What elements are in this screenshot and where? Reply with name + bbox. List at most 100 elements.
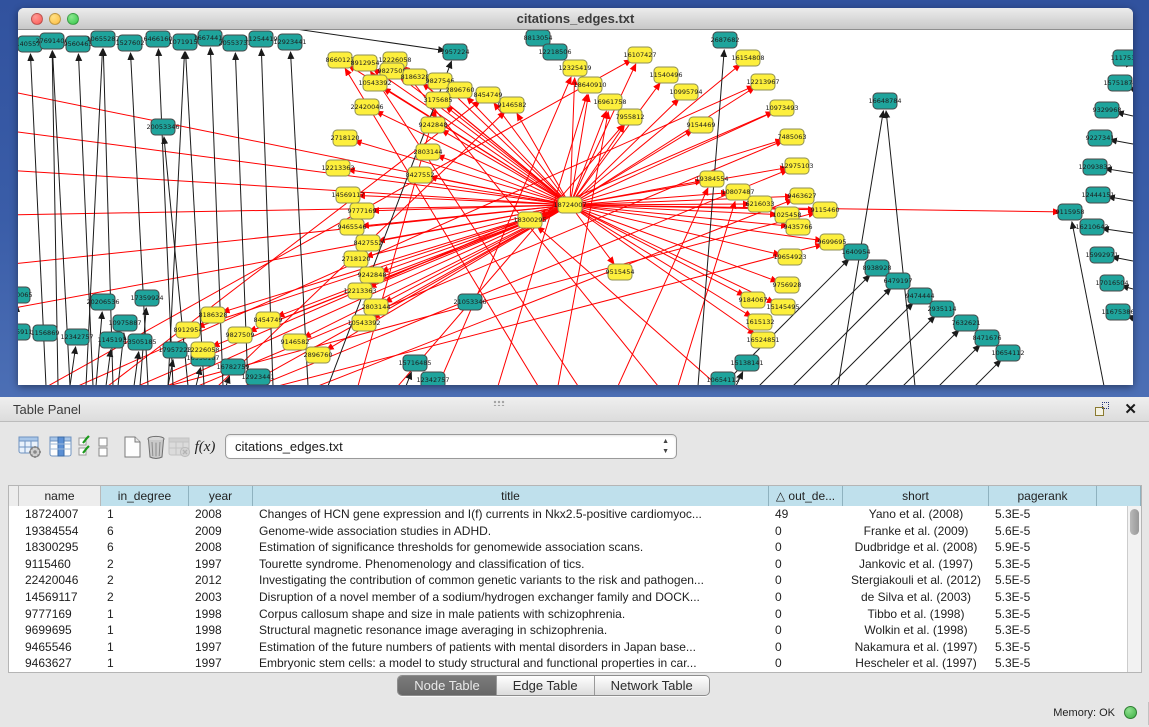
graph-edge[interactable] <box>18 130 570 205</box>
graph-edge[interactable] <box>196 368 201 385</box>
graph-node[interactable]: 7485063 <box>778 129 807 145</box>
graph-node[interactable]: 21053346 <box>453 294 486 310</box>
table-cell[interactable]: 0 <box>769 655 843 672</box>
graph-node[interactable]: 8912954 <box>174 322 203 338</box>
graph-node[interactable]: 16107427 <box>623 47 656 63</box>
graph-node[interactable]: 9154469 <box>687 117 716 133</box>
table-cell[interactable]: Tibbo et al. (1998) <box>843 606 989 623</box>
graph-node[interactable]: 2803144 <box>414 144 443 160</box>
column-header-short[interactable]: short <box>843 486 989 506</box>
graph-node[interactable]: 15138141 <box>730 355 763 371</box>
table-cell[interactable]: 22420046 <box>19 572 101 589</box>
graph-node[interactable]: 11675386 <box>1101 304 1133 320</box>
graph-node[interactable]: 2718120 <box>331 130 360 146</box>
table-cell[interactable]: 9465546 <box>19 639 101 656</box>
graph-node[interactable]: 9329968 <box>1093 102 1122 118</box>
graph-node[interactable]: 8427552 <box>406 167 435 183</box>
graph-edge[interactable] <box>70 347 76 385</box>
graph-node[interactable]: 11540496 <box>649 67 682 83</box>
graph-edge[interactable] <box>261 49 273 385</box>
graph-node[interactable]: 7632621 <box>952 315 981 331</box>
table-cell[interactable]: Genome-wide association studies in ADHD. <box>253 523 769 540</box>
graph-node[interactable]: 16524851 <box>746 332 779 348</box>
table-row[interactable]: 1456911722003Disruption of a novel membe… <box>9 589 1127 606</box>
column-header-name[interactable]: name <box>19 486 101 506</box>
table-row[interactable]: 2242004622012Investigating the contribut… <box>9 572 1127 589</box>
table-cell[interactable]: 9463627 <box>19 655 101 672</box>
graph-node[interactable]: 9115958 <box>1056 204 1085 220</box>
table-cell[interactable]: Embryonic stem cells: a model to study s… <box>253 655 769 672</box>
graph-edge[interactable] <box>138 112 773 385</box>
graph-edge[interactable] <box>18 170 570 205</box>
graph-node[interactable]: 7957224 <box>441 44 470 60</box>
table-cell[interactable]: 2 <box>101 572 189 589</box>
table-cell[interactable]: 6 <box>101 539 189 556</box>
table-cell[interactable]: 5.9E-5 <box>989 539 1097 556</box>
table-row[interactable]: 946554611997Estimation of the future num… <box>9 639 1127 656</box>
graph-node[interactable]: 20053346 <box>146 119 179 135</box>
table-cell[interactable]: 5.3E-5 <box>989 622 1097 639</box>
table-vertical-scrollbar[interactable] <box>1127 506 1141 672</box>
graph-edge[interactable] <box>939 345 980 385</box>
table-cell[interactable]: 2008 <box>189 539 253 556</box>
graph-node[interactable]: 8912954 <box>351 55 380 71</box>
column-header-outde[interactable]: △ out_de... <box>769 486 843 506</box>
table-cell[interactable]: 9777169 <box>19 606 101 623</box>
table-cell[interactable]: 5.3E-5 <box>989 556 1097 573</box>
graph-node[interactable]: 10654112 <box>991 345 1024 361</box>
graph-node[interactable]: 17016504 <box>1095 275 1128 291</box>
column-header-year[interactable]: year <box>189 486 253 506</box>
table-cell[interactable]: 1997 <box>189 639 253 656</box>
graph-edge[interactable] <box>830 303 913 385</box>
table-cell[interactable]: 1 <box>101 655 189 672</box>
graph-node[interactable]: 18724007 <box>553 197 586 213</box>
graph-node[interactable]: 9463627 <box>788 188 817 204</box>
table-cell[interactable]: 2 <box>101 589 189 606</box>
table-cell[interactable]: 1998 <box>189 622 253 639</box>
table-mode-icon[interactable] <box>15 432 45 462</box>
table-row[interactable]: 977716911998Corpus callosum shape and si… <box>9 606 1127 623</box>
graph-node[interactable]: 10543392 <box>347 315 380 331</box>
graph-node[interactable]: 9777169 <box>348 203 377 219</box>
column-header-pagerank[interactable]: pagerank <box>989 486 1097 506</box>
table-cell[interactable]: 0 <box>769 523 843 540</box>
graph-edge[interactable] <box>975 360 1001 385</box>
graph-edge[interactable] <box>570 205 744 295</box>
table-cell[interactable]: 0 <box>769 539 843 556</box>
table-cell[interactable]: Jankovic et al. (1997) <box>843 556 989 573</box>
table-cell[interactable]: 1997 <box>189 655 253 672</box>
table-cell[interactable]: Estimation of significance thresholds fo… <box>253 539 769 556</box>
graph-node[interactable]: 9146582 <box>281 334 310 350</box>
table-cell[interactable]: Dudbridge et al. (2008) <box>843 539 989 556</box>
table-cell[interactable]: 18724007 <box>19 506 101 523</box>
graph-node[interactable]: 12975103 <box>780 158 813 174</box>
graph-node[interactable]: 9827509 <box>226 327 255 343</box>
table-cell[interactable]: 49 <box>769 506 843 523</box>
graph-edge[interactable] <box>210 48 223 385</box>
table-cell[interactable]: Hescheler et al. (1997) <box>843 655 989 672</box>
table-cell[interactable]: Structural magnetic resonance image aver… <box>253 622 769 639</box>
table-cell[interactable]: 1997 <box>189 556 253 573</box>
column-header-indegree[interactable]: in_degree <box>101 486 189 506</box>
graph-node[interactable]: 1117530 <box>1111 50 1133 66</box>
graph-node[interactable]: 12218506 <box>538 44 571 60</box>
graph-edge[interactable] <box>570 95 588 205</box>
graph-node[interactable]: 9184067 <box>739 292 768 308</box>
graph-node[interactable]: 14569117 <box>331 187 364 203</box>
table-cell[interactable]: 2 <box>101 556 189 573</box>
table-cell[interactable]: 1 <box>101 622 189 639</box>
table-cell[interactable]: Changes of HCN gene expression and I(f) … <box>253 506 769 523</box>
table-cell[interactable]: 14569117 <box>19 589 101 606</box>
table-cell[interactable]: Wolkin et al. (1998) <box>843 622 989 639</box>
graph-node[interactable]: 9242848 <box>419 117 448 133</box>
window-titlebar[interactable]: citations_edges.txt <box>18 8 1133 30</box>
graph-node[interactable]: 9465546 <box>338 219 367 235</box>
graph-edge[interactable] <box>134 352 139 385</box>
column-chooser-icon[interactable] <box>46 432 76 462</box>
table-cell[interactable]: Disruption of a novel member of a sodium… <box>253 589 769 606</box>
graph-node[interactable]: 20206536 <box>86 294 119 310</box>
table-cell[interactable]: 9115460 <box>19 556 101 573</box>
graph-node[interactable]: 15716485 <box>398 355 431 371</box>
graph-node[interactable]: 12213967 <box>746 74 779 90</box>
table-cell[interactable]: 5.5E-5 <box>989 572 1097 589</box>
